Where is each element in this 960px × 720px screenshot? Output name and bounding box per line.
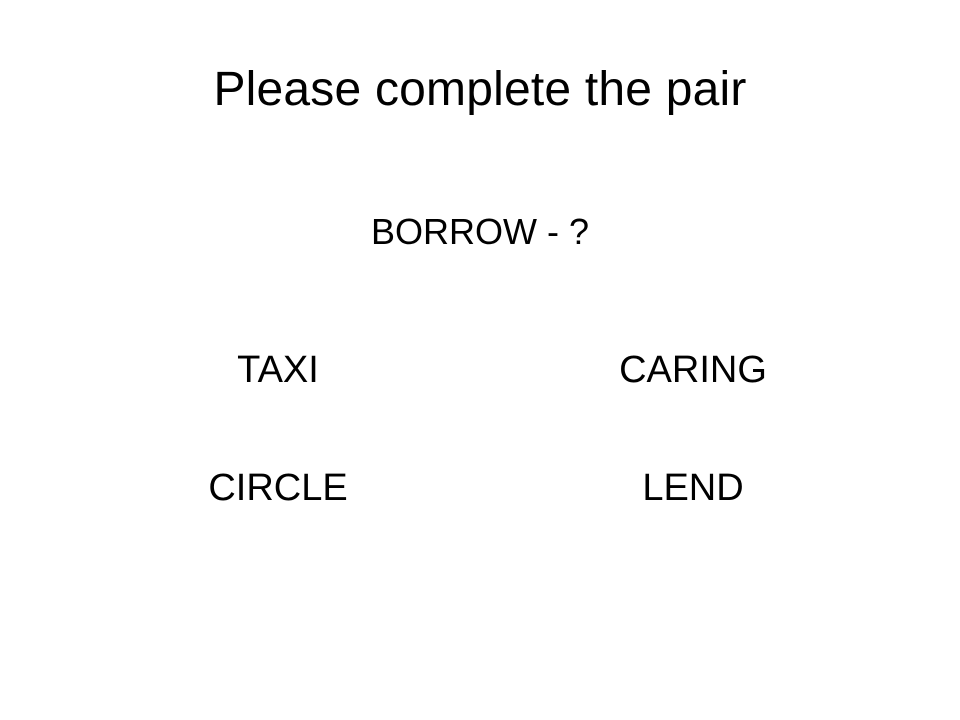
prompt-text: BORROW - ? xyxy=(370,211,589,252)
option-circle[interactable]: CIRCLE xyxy=(128,463,428,513)
slide-title: Please complete the pair xyxy=(213,63,747,116)
option-taxi[interactable]: TAXI xyxy=(128,345,428,395)
option-caring[interactable]: CARING xyxy=(543,345,843,395)
option-lend[interactable]: LEND xyxy=(543,463,843,513)
slide-canvas: Please complete the pair BORROW - ? TAXI… xyxy=(0,0,960,720)
